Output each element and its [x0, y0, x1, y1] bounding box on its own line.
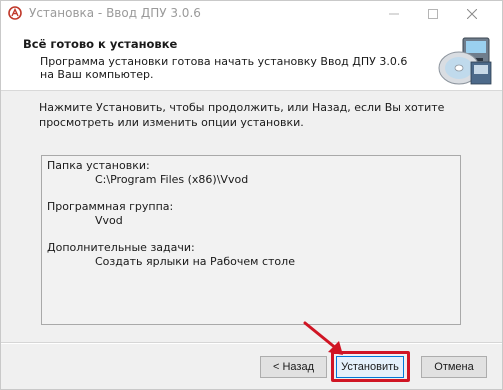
cancel-button[interactable]: Отмена [421, 356, 487, 378]
summary-value: C:\Program Files (x86)\Vvod [95, 173, 249, 186]
summary-additional-tasks: Дополнительные задачи: Создать ярлыки на… [47, 241, 455, 269]
maximize-button[interactable] [416, 1, 450, 27]
close-button[interactable] [455, 1, 489, 27]
summary-label: Папка установки: [47, 159, 150, 172]
pointer-arrow-icon [303, 321, 343, 355]
summary-install-folder: Папка установки: C:\Program Files (x86)\… [47, 159, 455, 187]
wizard-header: Всё готово к установке Программа установ… [1, 27, 502, 91]
summary-label: Программная группа: [47, 200, 174, 213]
page-title: Всё готово к установке [23, 37, 178, 51]
maximize-icon [428, 9, 438, 19]
title-bar[interactable]: Установка - Ввод ДПУ 3.0.6 [1, 1, 502, 27]
summary-value: Vvod [95, 214, 123, 227]
minimize-button[interactable] [377, 1, 411, 27]
intro-text: Нажмите Установить, чтобы продолжить, ил… [39, 101, 445, 129]
close-icon [467, 9, 477, 19]
minimize-icon [389, 13, 399, 15]
ready-memo[interactable]: Папка установки: C:\Program Files (x86)\… [41, 155, 461, 325]
page-description: Программа установки готова начать устано… [40, 55, 408, 81]
window-title: Установка - Ввод ДПУ 3.0.6 [29, 6, 201, 20]
setup-disc-icon [438, 37, 492, 85]
footer-divider [1, 342, 502, 344]
summary-label: Дополнительные задачи: [47, 241, 195, 254]
summary-program-group: Программная группа: Vvod [47, 200, 455, 228]
app-icon [8, 6, 22, 20]
wizard-content: Нажмите Установить, чтобы продолжить, ил… [1, 91, 502, 342]
installer-window: Установка - Ввод ДПУ 3.0.6 Всё готово к … [0, 0, 503, 390]
summary-value: Создать ярлыки на Рабочем столе [95, 255, 295, 268]
